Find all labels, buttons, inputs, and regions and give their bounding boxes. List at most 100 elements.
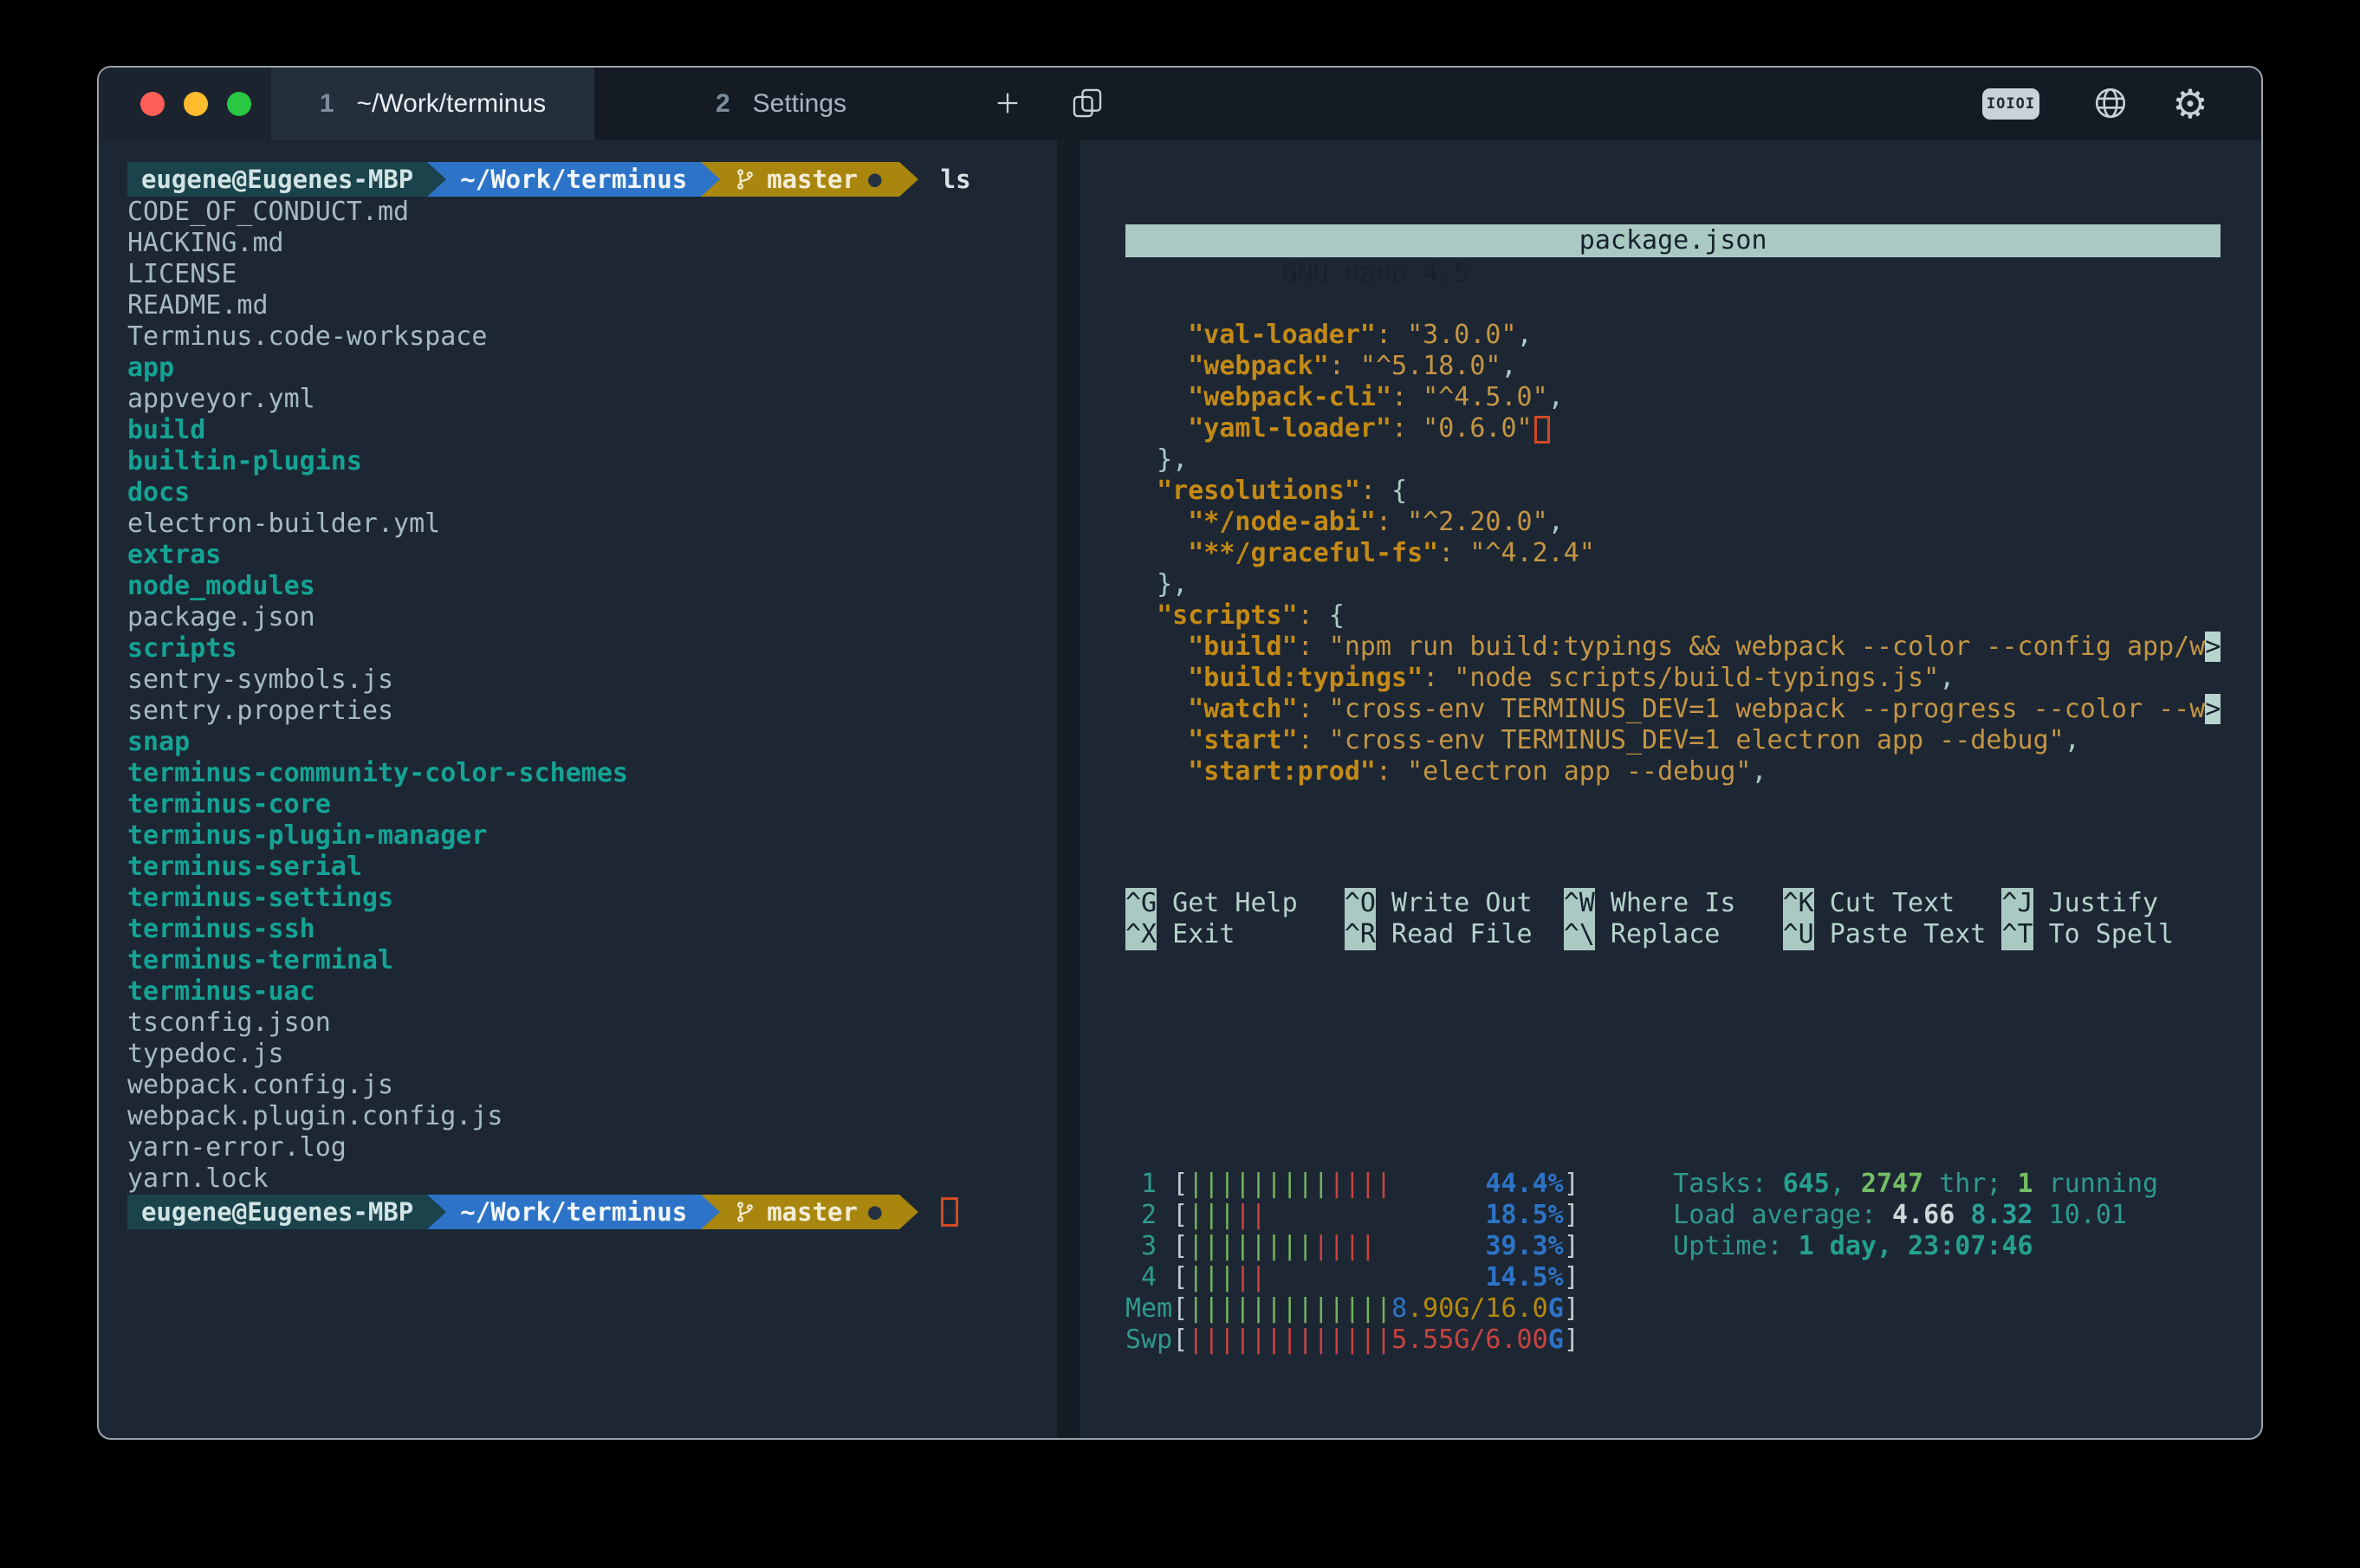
shortcut-key-badge: ^R bbox=[1345, 919, 1376, 950]
nano-filename: package.json bbox=[1579, 224, 1767, 257]
meter-label: 1 bbox=[1125, 1169, 1172, 1199]
htop-summary-line: Load average: 4.66 8.32 10.01 bbox=[1673, 1200, 2158, 1231]
shortcut-label: Justify bbox=[2049, 888, 2158, 918]
nano-code-segment: , bbox=[1939, 663, 1955, 693]
nano-code-segment: "resolutions" bbox=[1157, 476, 1360, 506]
nano-shortcut[interactable]: ^K Cut Text bbox=[1783, 888, 2002, 919]
tab-settings[interactable]: 2 Settings bbox=[594, 68, 968, 140]
nano-shortcut[interactable]: ^\ Replace bbox=[1564, 919, 1783, 950]
git-branch-name: master bbox=[767, 1196, 858, 1228]
nano-code-segment: { bbox=[1391, 476, 1407, 506]
meter-percent: 39.3% bbox=[1485, 1231, 1563, 1261]
file-entry: terminus-plugin-manager bbox=[127, 820, 1057, 852]
nano-code-segment: , bbox=[1548, 382, 1564, 412]
nano-editor-content[interactable]: "val-loader": "3.0.0", "webpack": "^5.18… bbox=[1125, 320, 2261, 787]
nano-shortcut[interactable]: ^U Paste Text bbox=[1783, 919, 2002, 950]
nano-code-segment: : "^4.5.0" bbox=[1391, 382, 1548, 412]
nano-code-segment: "*/node-abi" bbox=[1188, 507, 1376, 537]
nano-shortcut[interactable]: ^J Justify bbox=[2001, 888, 2221, 919]
shortcut-key-badge: ^O bbox=[1345, 888, 1376, 919]
nano-code-segment: , bbox=[2065, 725, 2080, 755]
htop-summary: Tasks: 645, 2747 thr; 1 runningLoad aver… bbox=[1673, 1169, 2158, 1356]
meter-bracket: [ bbox=[1172, 1231, 1188, 1261]
shortcut-key-badge: ^X bbox=[1125, 919, 1157, 950]
prompt-git-segment: master● bbox=[720, 162, 898, 197]
shortcut-label: Read File bbox=[1391, 919, 1533, 949]
file-entry: builtin-plugins bbox=[127, 446, 1057, 477]
nano-shortcut[interactable]: ^G Get Help bbox=[1125, 888, 1345, 919]
new-tab-button[interactable] bbox=[968, 68, 1047, 140]
nano-code-segment: : "^5.18.0" bbox=[1329, 351, 1501, 381]
plus-icon bbox=[993, 88, 1022, 120]
meter-label: 2 bbox=[1125, 1200, 1172, 1230]
nano-code-segment: : "electron app --debug" bbox=[1376, 756, 1751, 787]
terminal-pane-shell[interactable]: eugene@Eugenes-MBP ~/Work/terminus master ●… bbox=[99, 140, 1057, 1438]
nano-code-segment: "watch" bbox=[1188, 694, 1297, 724]
htop-monitor: 1 [||||||||||||| 44.4%] 2 [||||| 18.5%] … bbox=[1125, 1106, 2261, 1438]
serial-ioioi-icon: IOIOI bbox=[1982, 88, 2039, 120]
file-entry: terminus-core bbox=[127, 789, 1057, 820]
prompt-user-segment: eugene@Eugenes-MBP bbox=[127, 1195, 427, 1229]
nano-code-segment: : bbox=[1298, 600, 1329, 631]
nano-code-line: "**/graceful-fs": "^4.2.4" bbox=[1125, 538, 2261, 569]
nano-shortcut[interactable]: ^O Write Out bbox=[1345, 888, 1564, 919]
terminal-pane-right[interactable]: GNU nano 4.5 package.json "val-loader": … bbox=[1080, 140, 2261, 1438]
meter-label: Swp bbox=[1125, 1325, 1172, 1355]
nano-shortcut[interactable]: ^R Read File bbox=[1345, 919, 1564, 950]
powerline-arrow-icon bbox=[701, 162, 720, 197]
file-entry: README.md bbox=[127, 290, 1057, 321]
meter-label: 4 bbox=[1125, 1262, 1172, 1293]
file-entry: scripts bbox=[127, 633, 1057, 664]
file-entry: terminus-settings bbox=[127, 883, 1057, 914]
nano-code-line: "webpack": "^5.18.0", bbox=[1125, 351, 2261, 382]
serial-connections-button[interactable]: IOIOI bbox=[1975, 68, 2071, 140]
split-tab-button[interactable] bbox=[1047, 68, 1127, 140]
nano-code-line: }, bbox=[1125, 569, 2261, 600]
nano-code-line: }, bbox=[1125, 444, 2261, 476]
typed-command: ls bbox=[941, 164, 971, 195]
nano-shortcut[interactable]: ^X Exit bbox=[1125, 919, 1345, 950]
prompt-path-segment: ~/Work/terminus bbox=[446, 1195, 701, 1229]
shortcut-key-badge: ^G bbox=[1125, 888, 1157, 919]
git-dirty-dot-icon: ● bbox=[868, 1196, 882, 1228]
shortcut-key-badge: ^U bbox=[1783, 919, 1814, 950]
nano-code-segment: }, bbox=[1125, 444, 1188, 475]
settings-button[interactable]: ⚙ bbox=[2150, 68, 2230, 140]
shortcut-key-badge: ^W bbox=[1564, 888, 1595, 919]
nano-code-segment bbox=[1125, 382, 1188, 412]
nano-code-segment bbox=[1125, 600, 1157, 631]
file-entry: typedoc.js bbox=[127, 1039, 1057, 1070]
meter-value-text: 5.55G/6.00 bbox=[1391, 1325, 1548, 1355]
nano-shortcut[interactable]: ^W Where Is bbox=[1564, 888, 1783, 919]
nano-code-segment: "start" bbox=[1188, 725, 1297, 755]
shortcut-key-badge: ^K bbox=[1783, 888, 1814, 919]
pane-divider[interactable] bbox=[1057, 140, 1080, 1438]
file-entry: yarn-error.log bbox=[127, 1132, 1057, 1163]
nano-code-segment: "**/graceful-fs" bbox=[1188, 538, 1438, 568]
nano-code-segment bbox=[1125, 632, 1188, 662]
nano-version: GNU nano 4.5 bbox=[1251, 258, 1470, 288]
shortcut-label: Paste Text bbox=[1830, 919, 1987, 949]
nano-code-segment: : "3.0.0" bbox=[1376, 320, 1517, 350]
minimize-button[interactable] bbox=[184, 92, 208, 116]
meter-bracket: ] bbox=[1564, 1169, 1579, 1199]
nano-code-line: "build:typings": "node scripts/build-typ… bbox=[1125, 663, 2261, 694]
file-entry: terminus-ssh bbox=[127, 914, 1057, 945]
prompt-git-segment: master ● bbox=[720, 1195, 898, 1229]
meter-bars-red: || bbox=[1235, 1262, 1266, 1293]
zoom-button[interactable] bbox=[227, 92, 251, 116]
tab-work-terminus[interactable]: 1 ~/Work/terminus bbox=[271, 68, 594, 140]
meter-value-text: G bbox=[1548, 1325, 1564, 1355]
nano-code-segment bbox=[1125, 725, 1188, 755]
nano-code-segment: , bbox=[1501, 351, 1517, 381]
meter-bars-red: |||| bbox=[1329, 1169, 1391, 1199]
htop-meter-row: Mem[|||||||||||||8.90G/16.0G] bbox=[1125, 1293, 1579, 1325]
close-button[interactable] bbox=[140, 92, 165, 116]
meter-bars-green: |||||||| bbox=[1188, 1231, 1313, 1261]
meter-bars-green: ||||||||| bbox=[1188, 1169, 1329, 1199]
tab-label: ~/Work/terminus bbox=[357, 89, 547, 119]
nano-shortcut[interactable]: ^T To Spell bbox=[2001, 919, 2221, 950]
tabbar-spacer bbox=[1127, 68, 1975, 140]
web-button[interactable] bbox=[2071, 68, 2150, 140]
meter-bracket: [ bbox=[1172, 1325, 1188, 1355]
